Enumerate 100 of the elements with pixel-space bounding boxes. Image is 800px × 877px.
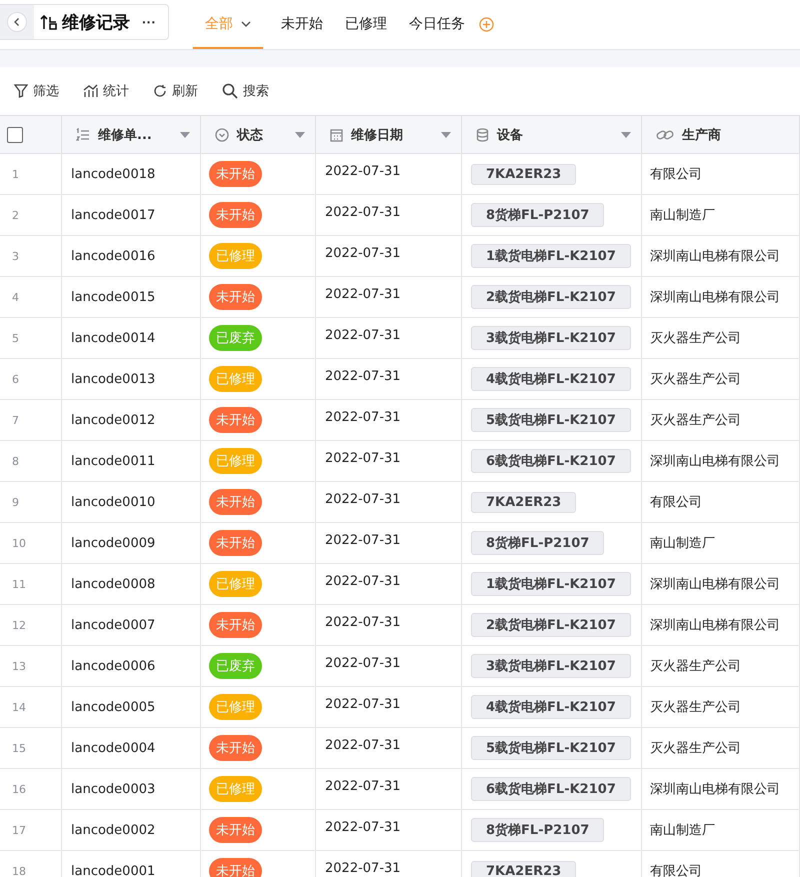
row-number: 16 xyxy=(11,782,26,796)
status-tag: 未开始 xyxy=(209,612,262,638)
filter-icon xyxy=(14,84,28,98)
status-tag: 已修理 xyxy=(209,448,262,474)
row-number: 4 xyxy=(11,290,19,304)
table-cell-text: 深圳南山电梯有限公司 xyxy=(650,617,780,634)
table-cell-text: 灭火器生产公司 xyxy=(650,371,741,388)
table-cell: 2022-07-31 xyxy=(325,492,401,506)
sort-icon[interactable] xyxy=(40,14,58,30)
table-cell-text: 灭火器生产公司 xyxy=(650,330,741,347)
row-number: 10 xyxy=(11,536,26,550)
select-all-checkbox[interactable] xyxy=(7,126,23,142)
table-cell: lancode0010 xyxy=(71,494,156,510)
table-cell: 2022-07-31 xyxy=(325,696,401,712)
device-tag: 3载货电梯FL-K2107 xyxy=(471,654,631,678)
status-tag: 未开始 xyxy=(209,817,262,843)
table-cell-text: 灭火器生产公司 xyxy=(650,740,741,757)
device-tag: 6载货电梯FL-K2107 xyxy=(471,449,631,473)
table-cell: 2022-07-31 xyxy=(325,410,401,424)
row-number: 14 xyxy=(11,700,26,714)
caret-icon[interactable] xyxy=(441,132,451,138)
status-tag: 已修理 xyxy=(209,366,262,392)
row-number: 6 xyxy=(11,372,19,386)
database-icon xyxy=(476,128,489,142)
view-tab[interactable]: 已修理 xyxy=(335,0,397,49)
caret-icon[interactable] xyxy=(621,132,631,138)
table-cell: lancode0018 xyxy=(71,166,156,182)
status-tag: 已废弃 xyxy=(209,325,262,351)
status-tag: 未开始 xyxy=(209,407,262,433)
search-icon xyxy=(222,83,238,99)
table-cell: lancode0009 xyxy=(71,536,156,550)
table-cell: lancode0011 xyxy=(71,454,156,468)
status-tag: 已修理 xyxy=(209,694,262,720)
toolbar-button[interactable]: 筛选 xyxy=(14,82,59,100)
status-tag: 未开始 xyxy=(209,530,262,556)
table-cell: lancode0001 xyxy=(71,864,156,877)
table-cell-text: 灭火器生产公司 xyxy=(650,412,741,429)
row-number: 8 xyxy=(11,454,19,468)
row-number: 2 xyxy=(11,208,19,222)
table-cell: lancode0005 xyxy=(71,700,156,714)
column-header: 设备 xyxy=(497,126,524,144)
status-tag: 已废弃 xyxy=(209,653,262,679)
caret-icon[interactable] xyxy=(295,132,305,138)
table-cell-text: 深圳南山电梯有限公司 xyxy=(650,289,780,306)
calendar-icon xyxy=(330,128,343,142)
table-cell-text: 深圳南山电梯有限公司 xyxy=(650,781,780,798)
device-tag: 3载货电梯FL-K2107 xyxy=(471,326,631,350)
row-number: 12 xyxy=(11,618,26,632)
table-cell-text: 有限公司 xyxy=(650,166,702,183)
table-cell: lancode0003 xyxy=(71,782,156,796)
chevron-down-icon[interactable] xyxy=(241,20,251,26)
table-cell-text: 深圳南山电梯有限公司 xyxy=(650,248,780,265)
row-number: 17 xyxy=(11,824,26,836)
device-tag: 7KA2ER23 xyxy=(471,164,576,184)
row-number: 3 xyxy=(11,250,19,262)
table-cell: lancode0012 xyxy=(71,412,156,428)
device-tag: 4载货电梯FL-K2107 xyxy=(471,695,631,719)
table-cell-text: 有限公司 xyxy=(650,863,702,877)
status-tag: 已修理 xyxy=(209,776,262,802)
table-cell: 2022-07-31 xyxy=(325,820,401,834)
table-cell: 2022-07-31 xyxy=(325,286,401,302)
column-header: 维修日期 xyxy=(351,126,404,144)
table-cell-text: 灭火器生产公司 xyxy=(650,699,741,716)
toolbar-button[interactable]: 搜索 xyxy=(222,82,269,100)
device-tag: 2载货电梯FL-K2107 xyxy=(471,285,631,309)
table-cell: 2022-07-31 xyxy=(325,778,401,794)
table-cell: 2022-07-31 xyxy=(325,532,401,548)
device-tag: 8货梯FL-P2107 xyxy=(471,203,604,227)
status-tag: 已修理 xyxy=(209,571,262,597)
view-tab[interactable]: 今日任务 xyxy=(399,0,475,49)
row-number: 15 xyxy=(11,742,26,754)
view-tab[interactable]: 未开始 xyxy=(271,0,333,49)
device-tag: 5载货电梯FL-K2107 xyxy=(471,408,631,432)
device-tag: 6载货电梯FL-K2107 xyxy=(471,777,631,801)
back-button[interactable] xyxy=(7,12,27,32)
row-number: 11 xyxy=(11,578,26,590)
table-cell-text: 南山制造厂 xyxy=(650,535,715,552)
column-header: 状态 xyxy=(237,126,264,144)
refresh-icon xyxy=(153,84,167,98)
chevron-left-icon[interactable] xyxy=(13,17,21,27)
table-cell: 2022-07-31 xyxy=(325,738,401,752)
toolbar-button[interactable]: 统计 xyxy=(83,82,129,100)
dropdown-circle-icon xyxy=(215,128,229,142)
device-tag: 1载货电梯FL-K2107 xyxy=(471,572,631,596)
column-header: 生产商 xyxy=(682,126,722,144)
table-cell: lancode0014 xyxy=(71,330,156,346)
status-tag: 已修理 xyxy=(209,243,262,269)
table-cell-text: 深圳南山电梯有限公司 xyxy=(650,453,780,470)
more-button[interactable]: ··· xyxy=(142,14,156,30)
table-title: 维修记录 xyxy=(62,12,130,34)
column-header: 维修单... xyxy=(98,126,153,144)
numbered-list-icon xyxy=(76,128,90,142)
toolbar-button[interactable]: 刷新 xyxy=(153,82,198,100)
row-number: 13 xyxy=(11,660,26,672)
caret-icon[interactable] xyxy=(180,132,190,138)
table-cell: 2022-07-31 xyxy=(325,574,401,588)
table-cell-text: 灭火器生产公司 xyxy=(650,658,741,675)
status-tag: 未开始 xyxy=(209,284,262,310)
table-cell-text: 南山制造厂 xyxy=(650,822,715,839)
table-cell: 2022-07-31 xyxy=(325,164,401,178)
